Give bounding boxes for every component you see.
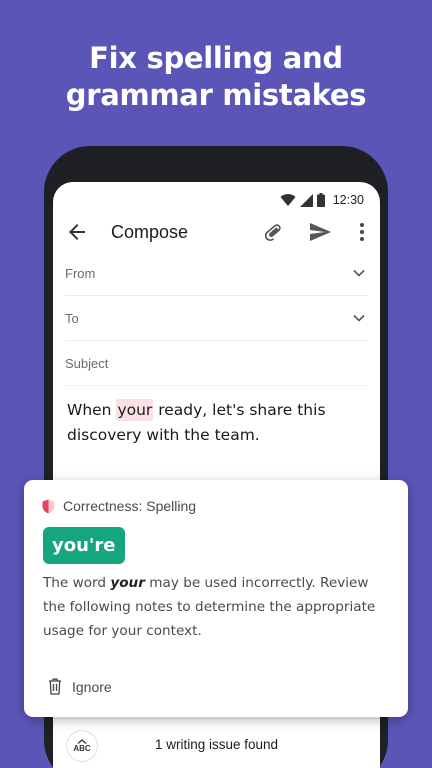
- headline-line-2: grammar mistakes: [65, 78, 367, 112]
- bottom-bar: ABC 1 writing issue found: [53, 718, 380, 768]
- chevron-down-icon[interactable]: [352, 266, 366, 280]
- from-label: From: [65, 266, 96, 281]
- headline-line-1: Fix spelling and: [89, 41, 343, 75]
- headline: Fix spelling and grammar mistakes: [0, 40, 432, 114]
- to-field[interactable]: To: [65, 297, 368, 341]
- compose-toolbar: Compose: [53, 212, 380, 252]
- status-bar: 12:30: [280, 192, 364, 208]
- ignore-label: Ignore: [72, 678, 112, 695]
- back-arrow-icon[interactable]: [65, 220, 89, 244]
- card-category-label: Correctness: Spelling: [63, 498, 197, 514]
- suggestion-card: Correctness: Spelling you're The word yo…: [24, 480, 408, 717]
- subject-field[interactable]: Subject: [65, 342, 368, 386]
- abc-button[interactable]: ABC: [66, 730, 98, 762]
- explanation-before: The word: [43, 575, 111, 591]
- compose-title: Compose: [111, 222, 189, 242]
- subject-label: Subject: [65, 356, 109, 371]
- email-body[interactable]: When your ready, let's share this discov…: [67, 398, 367, 448]
- ignore-button[interactable]: Ignore: [48, 678, 112, 695]
- trash-icon: [49, 678, 61, 695]
- more-vert-icon[interactable]: [352, 220, 372, 244]
- status-time: 12:30: [332, 193, 364, 207]
- body-text-before: When: [67, 401, 117, 419]
- issue-count: 1 writing issue found: [155, 737, 279, 752]
- attachment-icon[interactable]: [261, 220, 285, 244]
- correctness-icon: [42, 499, 55, 513]
- explanation-word: your: [110, 575, 145, 591]
- promo-screen: Fix spelling and grammar mistakes 12:30 …: [0, 0, 432, 768]
- chevron-down-icon[interactable]: [352, 311, 366, 325]
- abc-label: ABC: [73, 744, 91, 753]
- wifi-icon: [280, 193, 296, 206]
- card-category: Correctness: Spelling: [42, 498, 196, 514]
- flagged-word[interactable]: your: [116, 399, 154, 421]
- from-field[interactable]: From: [65, 252, 368, 296]
- to-label: To: [65, 311, 79, 326]
- card-explanation: The word your may be used incorrectly. R…: [43, 571, 393, 643]
- suggestion-chip[interactable]: you're: [43, 527, 125, 564]
- signal-icon: [299, 193, 313, 207]
- send-icon[interactable]: [308, 220, 332, 244]
- battery-icon: [316, 193, 325, 207]
